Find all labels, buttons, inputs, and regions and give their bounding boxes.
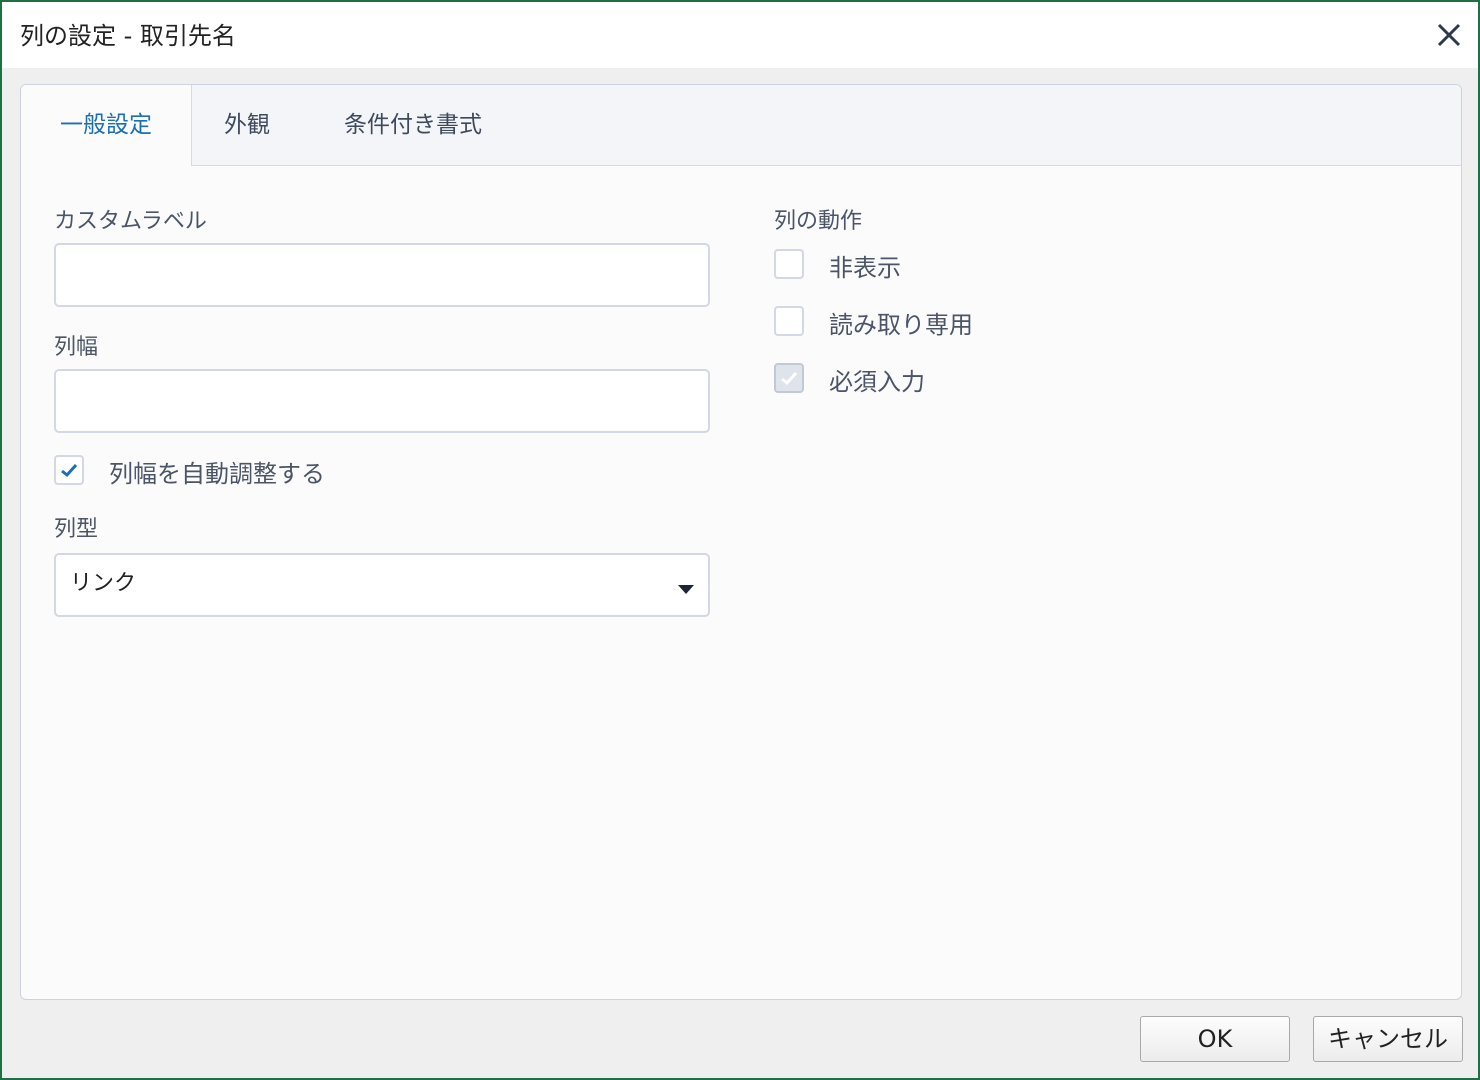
required-checkbox (774, 363, 804, 393)
tab-appearance[interactable]: 外観 (211, 85, 283, 165)
dialog-title: 列の設定 - 取引先名 (20, 22, 236, 50)
readonly-label: 読み取り専用 (829, 311, 973, 339)
check-icon (781, 371, 798, 386)
column-type-value: リンク (70, 571, 137, 596)
tab-bar: 一般設定 外観 条件付き書式 (21, 85, 1461, 166)
check-icon (61, 463, 78, 478)
tab-conditional-format[interactable]: 条件付き書式 (333, 85, 493, 165)
column-type-caption: 列型 (54, 517, 99, 542)
hidden-label: 非表示 (829, 254, 901, 282)
tab-general[interactable]: 一般設定 (21, 85, 192, 166)
ok-button[interactable]: OK (1140, 1016, 1290, 1062)
hidden-checkbox[interactable] (774, 249, 804, 279)
column-type-select[interactable]: リンク (54, 553, 710, 617)
required-label: 必須入力 (829, 368, 925, 396)
custom-label-caption: カスタムラベル (54, 209, 207, 234)
chevron-down-icon (678, 585, 694, 594)
column-width-caption: 列幅 (54, 335, 99, 360)
autofit-label: 列幅を自動調整する (109, 460, 325, 488)
title-bar: 列の設定 - 取引先名 (2, 2, 1478, 68)
column-width-input[interactable] (54, 369, 710, 433)
close-icon (1437, 23, 1461, 47)
cancel-button[interactable]: キャンセル (1313, 1016, 1463, 1062)
readonly-checkbox[interactable] (774, 306, 804, 336)
settings-panel: 一般設定 外観 条件付き書式 カスタムラベル 列幅 列幅を自動調整する 列型 リ… (20, 84, 1462, 1000)
autofit-checkbox[interactable] (54, 455, 84, 485)
custom-label-input[interactable] (54, 243, 710, 307)
column-settings-dialog: 列の設定 - 取引先名 一般設定 外観 条件付き書式 カスタムラベル 列幅 列幅… (0, 0, 1480, 1080)
close-button[interactable] (1434, 20, 1464, 50)
behavior-heading: 列の動作 (774, 209, 863, 234)
